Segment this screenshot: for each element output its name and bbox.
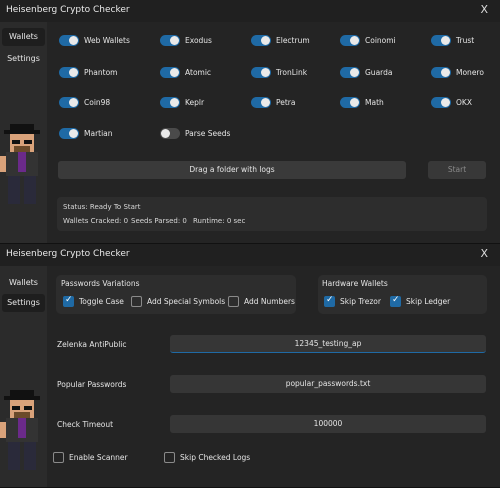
title-bar: Heisenberg Crypto Checker X: [0, 0, 500, 22]
start-button[interactable]: Start: [428, 161, 486, 179]
sidebar-item-settings[interactable]: Settings: [2, 50, 45, 68]
status-text: Status: Ready To Start: [63, 203, 141, 211]
checkbox-add-special-symbols[interactable]: Add Special Symbols: [131, 294, 225, 308]
toggle-coin98[interactable]: Coin98: [59, 95, 110, 109]
checkbox-skip-trezor[interactable]: Skip Trezor: [324, 294, 381, 308]
zelenka-antipublic-input[interactable]: 12345_testing_ap: [170, 335, 486, 353]
toggle-tronlink[interactable]: TronLink: [251, 65, 307, 79]
panel-title: Passwords Variations: [61, 279, 140, 288]
wallets-window: Heisenberg Crypto Checker X Wallets Sett…: [0, 0, 500, 244]
checkbox-skip-ledger[interactable]: Skip Ledger: [390, 294, 450, 308]
check-icon: [63, 295, 74, 307]
toggle-keplr[interactable]: Keplr: [160, 95, 204, 109]
sidebar: Wallets Settings: [0, 22, 47, 243]
check-icon: [324, 295, 335, 307]
toggle-electrum[interactable]: Electrum: [251, 33, 310, 47]
popular-passwords-label: Popular Passwords: [57, 380, 127, 389]
mascot-avatar: [0, 390, 40, 470]
toggle-trust[interactable]: Trust: [431, 33, 474, 47]
close-icon[interactable]: X: [480, 3, 488, 16]
toggle-petra[interactable]: Petra: [251, 95, 296, 109]
toggle-math[interactable]: Math: [340, 95, 384, 109]
toggle-web-wallets[interactable]: Web Wallets: [59, 33, 130, 47]
zelenka-antipublic-label: Zelenka AntiPublic: [57, 340, 127, 349]
sidebar: Wallets Settings: [0, 266, 47, 487]
toggle-exodus[interactable]: Exodus: [160, 33, 212, 47]
check-timeout-label: Check Timeout: [57, 420, 114, 429]
settings-window: Heisenberg Crypto Checker X Wallets Sett…: [0, 244, 500, 488]
seeds-parsed-count: Seeds Parsed: 0: [131, 217, 187, 225]
popular-passwords-input[interactable]: popular_passwords.txt: [170, 375, 486, 393]
checkbox-toggle-case[interactable]: Toggle Case: [63, 294, 124, 308]
toggle-martian[interactable]: Martian: [59, 126, 113, 140]
drag-folder-button[interactable]: Drag a folder with logs: [58, 161, 406, 179]
toggle-okx[interactable]: OKX: [431, 95, 472, 109]
window-title: Heisenberg Crypto Checker: [6, 5, 130, 15]
close-icon[interactable]: X: [480, 247, 488, 260]
sidebar-item-settings[interactable]: Settings: [2, 294, 45, 312]
checkbox-skip-checked-logs[interactable]: Skip Checked Logs: [164, 450, 250, 464]
toggle-parse-seeds[interactable]: Parse Seeds: [160, 126, 230, 140]
check-timeout-input[interactable]: 100000: [170, 415, 486, 433]
status-panel: Status: Ready To Start Wallets Cracked: …: [57, 197, 487, 231]
toggle-coinomi[interactable]: Coinomi: [340, 33, 396, 47]
title-bar: Heisenberg Crypto Checker X: [0, 244, 500, 266]
window-title: Heisenberg Crypto Checker: [6, 249, 130, 259]
toggle-atomic[interactable]: Atomic: [160, 65, 211, 79]
checkbox-enable-scanner[interactable]: Enable Scanner: [53, 450, 128, 464]
hardware-wallets-panel: Hardware Wallets Skip Trezor Skip Ledger: [318, 275, 487, 314]
panel-title: Hardware Wallets: [322, 279, 388, 288]
sidebar-item-wallets[interactable]: Wallets: [2, 274, 45, 292]
mascot-avatar: [0, 124, 40, 204]
toggle-phantom[interactable]: Phantom: [59, 65, 117, 79]
sidebar-item-wallets[interactable]: Wallets: [2, 28, 45, 46]
checkbox-add-numbers[interactable]: Add Numbers: [228, 294, 295, 308]
check-icon: [390, 295, 401, 307]
wallets-cracked-count: Wallets Cracked: 0: [63, 217, 129, 225]
runtime-text: Runtime: 0 sec: [193, 217, 246, 225]
toggle-monero[interactable]: Monero: [431, 65, 484, 79]
toggle-guarda[interactable]: Guarda: [340, 65, 392, 79]
passwords-variations-panel: Passwords Variations Toggle Case Add Spe…: [56, 275, 296, 314]
